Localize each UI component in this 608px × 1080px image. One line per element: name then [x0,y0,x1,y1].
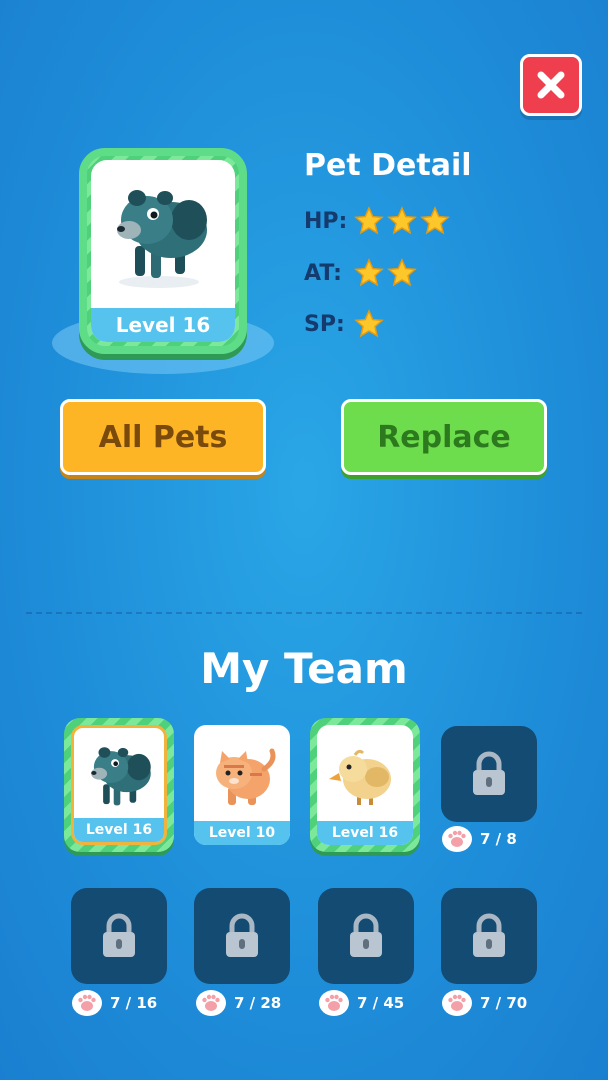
bear-pet-image [91,747,151,806]
pet-detail-title: Pet Detail [304,148,472,183]
unlock-count: 7 / 28 [234,994,282,1012]
paw-icon [442,826,472,852]
team-pet-level: Level 10 [194,821,290,845]
locked-slot-4[interactable] [318,888,414,984]
lock-icon [226,913,258,957]
paw-icon [196,990,226,1016]
my-team-title: My Team [200,644,408,693]
locked-slot-3[interactable] [194,888,290,984]
paw-icon [72,990,102,1016]
team-slot-3[interactable]: Level 16 [310,718,420,852]
stat-stars-hp [354,206,450,236]
stat-label-at: AT: [304,260,342,286]
close-button[interactable] [520,54,582,116]
unlock-requirement-2: 7 / 16 [72,990,157,1016]
star-icon [420,206,450,235]
team-pet-card: Level 16 [71,725,167,845]
stat-stars-at [354,258,417,288]
close-icon [537,71,565,99]
lock-icon [473,913,505,957]
team-slot-2[interactable]: Level 10 [194,725,290,845]
unlock-requirement-4: 7 / 45 [319,990,404,1016]
stat-stars-sp [354,309,384,339]
star-icon [354,258,384,287]
team-slot-1[interactable]: Level 16 [64,718,174,852]
star-icon [387,258,417,287]
stat-label-sp: SP: [304,311,345,337]
team-pet-card: Level 16 [317,725,413,845]
replace-button[interactable]: Replace [341,399,547,475]
featured-pet-card: Level 16 [79,148,247,354]
bird-pet-image [329,749,391,805]
lock-icon [473,751,505,795]
unlock-count: 7 / 8 [480,830,517,848]
unlock-requirement-1: 7 / 8 [442,826,517,852]
stat-row-hp: HP: [304,206,450,236]
bear-pet-image [117,190,207,288]
all-pets-button[interactable]: All Pets [60,399,266,475]
unlock-requirement-3: 7 / 28 [196,990,281,1016]
unlock-count: 7 / 70 [480,994,528,1012]
locked-slot-1[interactable] [441,726,537,822]
stat-row-at: AT: [304,258,417,288]
stat-label-hp: HP: [304,208,348,234]
paw-icon [319,990,349,1016]
lock-icon [350,913,382,957]
section-divider [26,612,582,614]
paw-icon [442,990,472,1016]
star-icon [354,206,384,235]
unlock-count: 7 / 16 [110,994,158,1012]
locked-slot-2[interactable] [71,888,167,984]
locked-slot-5[interactable] [441,888,537,984]
stat-row-sp: SP: [304,309,384,339]
cat-pet-image [216,748,276,805]
unlock-requirement-5: 7 / 70 [442,990,527,1016]
unlock-count: 7 / 45 [357,994,405,1012]
star-icon [387,206,417,235]
team-pet-level: Level 16 [74,818,164,842]
lock-icon [103,913,135,957]
team-pet-level: Level 16 [317,821,413,845]
star-icon [354,309,384,338]
featured-pet-level: Level 16 [91,308,235,342]
